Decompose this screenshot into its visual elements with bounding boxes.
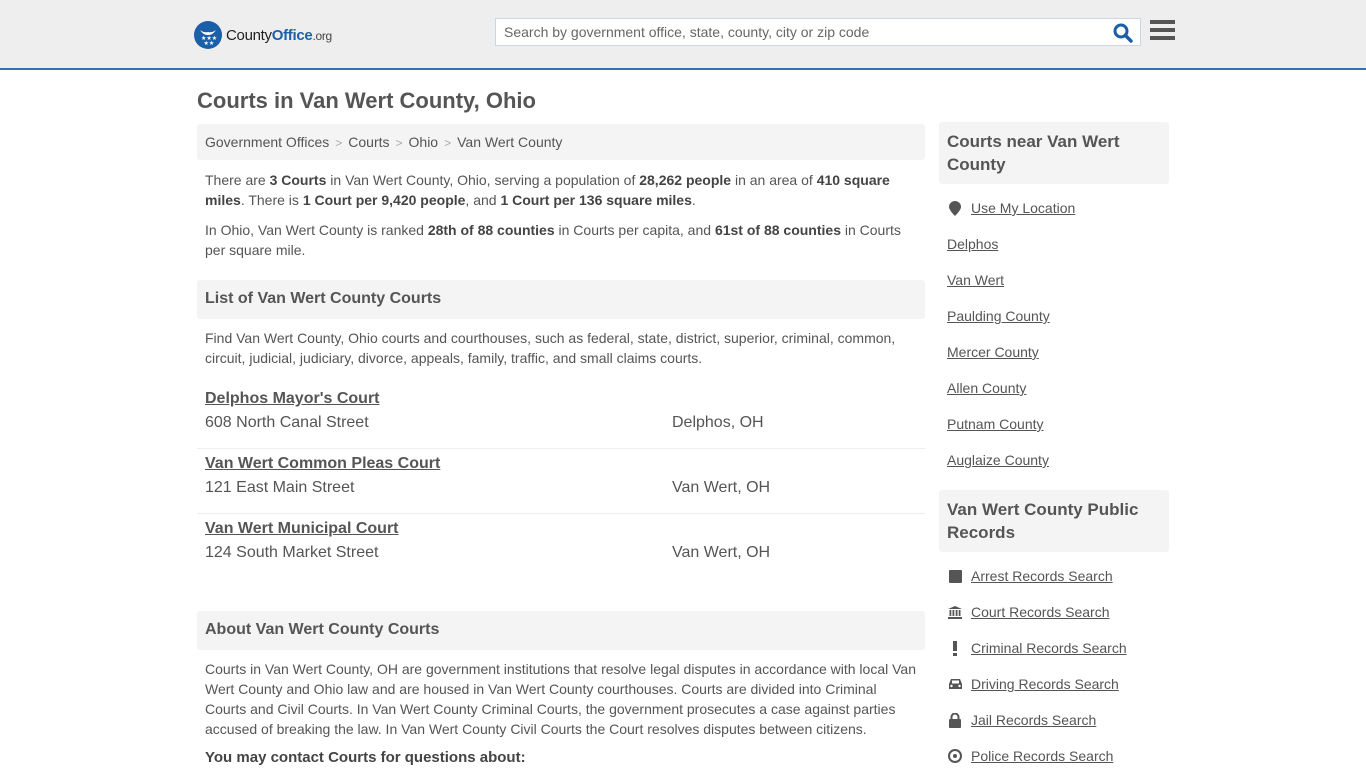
driving-records-link[interactable]: Driving Records Search bbox=[971, 676, 1119, 692]
nearby-courts-heading: Courts near Van Wert County bbox=[939, 122, 1169, 184]
court-name-link[interactable]: Van Wert Common Pleas Court bbox=[205, 455, 440, 473]
court-address: 608 North Canal Street bbox=[205, 414, 369, 431]
court-name-link[interactable]: Delphos Mayor's Court bbox=[205, 390, 380, 408]
nearby-link-item: Van Wert bbox=[939, 272, 1169, 308]
nearby-link-item: Delphos bbox=[939, 236, 1169, 272]
nearby-link-item: Mercer County bbox=[939, 344, 1169, 380]
court-list-item: Van Wert Municipal Court 124 South Marke… bbox=[197, 514, 925, 579]
nearby-link-delphos[interactable]: Delphos bbox=[947, 236, 998, 252]
map-marker-icon bbox=[947, 200, 963, 216]
eagle-logo-icon: ★★★ ★★ bbox=[194, 21, 222, 49]
court-list-item: Delphos Mayor's Court 608 North Canal St… bbox=[197, 384, 925, 449]
breadcrumb-current: Van Wert County bbox=[457, 134, 563, 150]
court-city: Van Wert, OH bbox=[672, 544, 771, 561]
search-box bbox=[495, 18, 1141, 46]
records-link-item: Police Records Search bbox=[939, 748, 1169, 784]
breadcrumb-separator: > bbox=[335, 136, 343, 150]
court-address: 121 East Main Street bbox=[205, 479, 355, 496]
hamburger-menu-icon[interactable] bbox=[1150, 20, 1175, 42]
search-input[interactable] bbox=[496, 19, 1106, 45]
nearby-link-auglaize-county[interactable]: Auglaize County bbox=[947, 452, 1049, 468]
search-icon[interactable] bbox=[1112, 22, 1134, 44]
top-bar: ★★★ ★★ CountyOffice.org bbox=[0, 0, 1366, 70]
criminal-records-link[interactable]: Criminal Records Search bbox=[971, 640, 1127, 656]
courthouse-icon bbox=[947, 604, 963, 620]
svg-text:★★: ★★ bbox=[204, 40, 215, 46]
menu-bar bbox=[1150, 28, 1175, 32]
breadcrumb-government-offices[interactable]: Government Offices bbox=[205, 134, 329, 150]
logo-text: CountyOffice.org bbox=[226, 26, 332, 44]
records-link-item: Arrest Records Search bbox=[939, 568, 1169, 604]
site-logo[interactable]: ★★★ ★★ CountyOffice.org bbox=[194, 21, 332, 49]
court-name-link[interactable]: Van Wert Municipal Court bbox=[205, 520, 399, 538]
breadcrumb: Government Offices > Courts > Ohio > Van Wert … bbox=[197, 124, 925, 160]
breadcrumb-courts[interactable]: Courts bbox=[348, 134, 389, 150]
use-my-location-link[interactable]: Use My Location bbox=[971, 200, 1075, 216]
courts-list: Delphos Mayor's Court 608 North Canal St… bbox=[197, 384, 925, 579]
use-my-location-item: Use My Location bbox=[939, 200, 1169, 236]
breadcrumb-separator: > bbox=[444, 136, 452, 150]
menu-bar bbox=[1150, 36, 1175, 40]
police-badge-icon bbox=[947, 748, 963, 764]
lock-icon bbox=[947, 712, 963, 728]
car-icon bbox=[947, 676, 963, 692]
jail-records-link[interactable]: Jail Records Search bbox=[971, 712, 1096, 728]
records-link-item: Court Records Search bbox=[939, 604, 1169, 640]
nearby-link-item: Auglaize County bbox=[939, 452, 1169, 488]
court-city: Delphos, OH bbox=[672, 414, 764, 431]
court-records-link[interactable]: Court Records Search bbox=[971, 604, 1110, 620]
nearby-link-allen-county[interactable]: Allen County bbox=[947, 380, 1026, 396]
breadcrumb-separator: > bbox=[395, 136, 403, 150]
nearby-link-item: Putnam County bbox=[939, 416, 1169, 452]
records-link-item: Criminal Records Search bbox=[939, 640, 1169, 676]
square-icon bbox=[947, 568, 963, 584]
contact-courts-heading: You may contact Courts for questions abo… bbox=[205, 749, 526, 766]
records-link-item: Jail Records Search bbox=[939, 712, 1169, 748]
nearby-link-mercer-county[interactable]: Mercer County bbox=[947, 344, 1039, 360]
nearby-courts-list: Use My Location Delphos Van Wert Pauldin… bbox=[939, 200, 1169, 488]
about-courts-heading: About Van Wert County Courts bbox=[197, 611, 925, 650]
nearby-link-putnam-county[interactable]: Putnam County bbox=[947, 416, 1044, 432]
courts-list-description: Find Van Wert County, Ohio courts and co… bbox=[205, 330, 896, 366]
court-list-item: Van Wert Common Pleas Court 121 East Mai… bbox=[197, 449, 925, 514]
nearby-link-paulding-county[interactable]: Paulding County bbox=[947, 308, 1050, 324]
sidebar: Courts near Van Wert County Use My Locat… bbox=[939, 122, 1169, 784]
about-courts-text: Courts in Van Wert County, OH are govern… bbox=[205, 661, 916, 737]
county-summary: There are 3 Courts in Van Wert County, O… bbox=[205, 172, 890, 208]
arrest-records-link[interactable]: Arrest Records Search bbox=[971, 568, 1113, 584]
exclamation-icon bbox=[947, 640, 963, 656]
police-records-link[interactable]: Police Records Search bbox=[971, 748, 1113, 764]
page-title: Courts in Van Wert County, Ohio bbox=[197, 88, 536, 113]
court-address: 124 South Market Street bbox=[205, 544, 379, 561]
public-records-heading: Van Wert County Public Records bbox=[939, 490, 1169, 552]
public-records-list: Arrest Records Search Court Records Sear… bbox=[939, 568, 1169, 784]
nearby-link-item: Allen County bbox=[939, 380, 1169, 416]
nearby-link-item: Paulding County bbox=[939, 308, 1169, 344]
courts-list-heading: List of Van Wert County Courts bbox=[197, 280, 925, 319]
county-ranking: In Ohio, Van Wert County is ranked 28th … bbox=[205, 222, 901, 258]
records-link-item: Driving Records Search bbox=[939, 676, 1169, 712]
menu-bar bbox=[1150, 20, 1175, 24]
main-content: Government Offices > Courts > Ohio > Van Wert … bbox=[197, 124, 925, 766]
court-city: Van Wert, OH bbox=[672, 479, 771, 496]
nearby-link-van-wert[interactable]: Van Wert bbox=[947, 272, 1004, 288]
breadcrumb-ohio[interactable]: Ohio bbox=[409, 134, 439, 150]
